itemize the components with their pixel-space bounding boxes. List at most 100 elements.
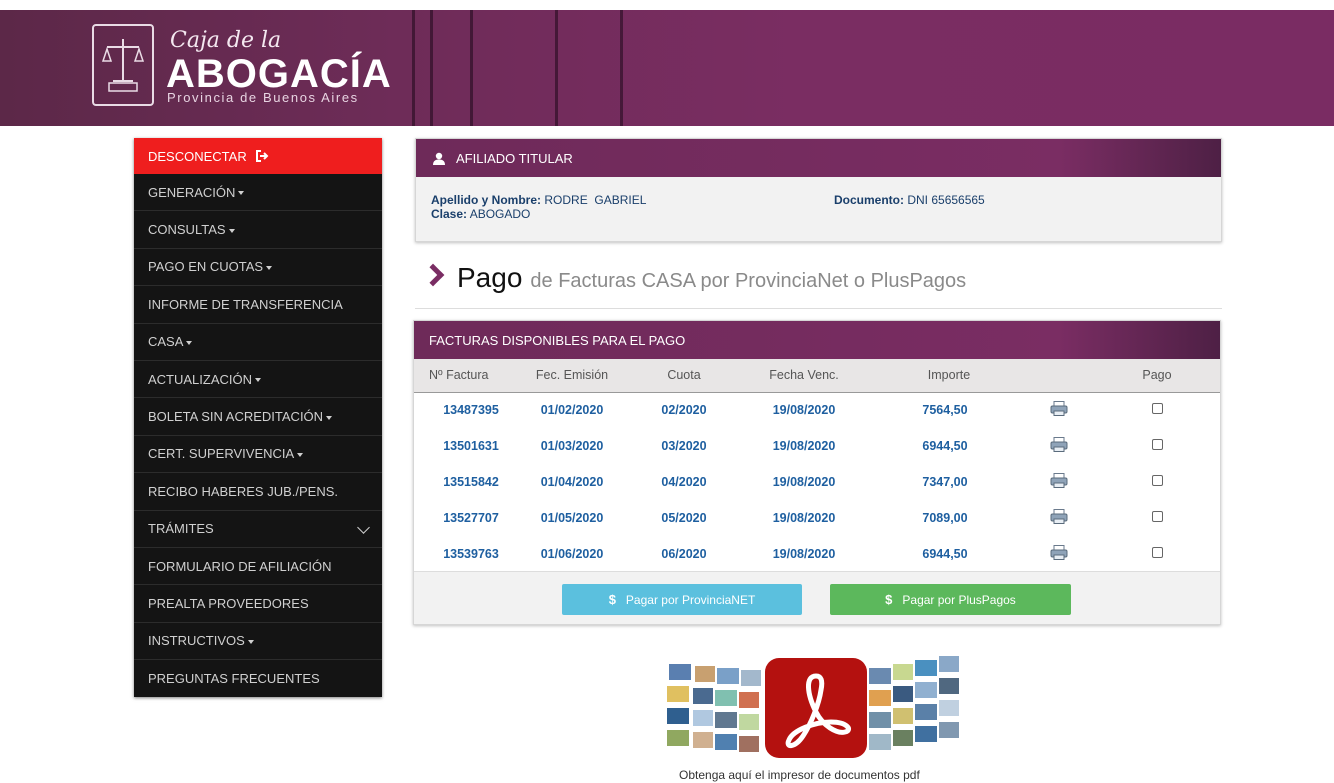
- print-cell: [1024, 392, 1094, 428]
- clase-label: Clase:: [431, 207, 468, 221]
- sidebar-item-label: BOLETA SIN ACREDITACIÓN: [148, 409, 324, 425]
- caret-down-icon: [247, 639, 254, 644]
- scales-of-justice-logo-icon[interactable]: [92, 24, 154, 106]
- afiliado-clase-row: Clase: ABOGADO: [431, 207, 1206, 221]
- factura-numero: 13539763: [443, 547, 499, 561]
- table-header-row: Nº Factura Fec. Emisión Cuota Fecha Venc…: [414, 359, 1220, 393]
- sidebar-item-actualizacion[interactable]: ACTUALIZACIÓN: [134, 361, 382, 399]
- printer-icon[interactable]: [1050, 473, 1068, 488]
- print-cell: [1024, 428, 1094, 464]
- page-title: Pago de Facturas CASA por ProvinciaNet o…: [421, 262, 967, 294]
- sidebar-menu: DESCONECTAR GENERACIÓN CONSULTAS PAGO EN…: [134, 138, 382, 698]
- page-title-sub: de Facturas CASA por ProvinciaNet o Plus…: [530, 270, 967, 292]
- sidebar-item-consultas[interactable]: CONSULTAS: [134, 211, 382, 249]
- pdf-reader-banner[interactable]: [665, 654, 965, 758]
- sidebar-item-pago-en-cuotas[interactable]: PAGO EN CUOTAS: [134, 249, 382, 287]
- caret-down-icon: [238, 191, 245, 196]
- print-cell: [1024, 500, 1094, 536]
- factura-vencimiento: 19/08/2020: [772, 475, 836, 489]
- factura-cuota: 02/2020: [661, 403, 707, 418]
- sidebar-item-cert-supervivencia[interactable]: CERT. SUPERVIVENCIA: [134, 436, 382, 474]
- printer-icon[interactable]: [1050, 401, 1068, 417]
- factura-importe: 7347,00: [922, 475, 968, 489]
- pago-checkbox[interactable]: [1151, 547, 1163, 558]
- facturas-panel-header: FACTURAS DISPONIBLES PARA EL PAGO: [414, 321, 1220, 359]
- factura-vencimiento: 19/08/2020: [772, 439, 836, 453]
- pago-checkbox[interactable]: [1151, 511, 1163, 522]
- factura-importe: 6944,50: [922, 547, 968, 561]
- factura-emision: 01/04/2020: [540, 475, 604, 489]
- table-row: 13515842 01/04/2020 04/2020 19/08/2020 7…: [414, 464, 1220, 500]
- sidebar-item-label: CERT. SUPERVIVENCIA: [148, 446, 295, 462]
- sidebar-item-casa[interactable]: CASA: [134, 324, 382, 361]
- sidebar-item-recibo-haberes[interactable]: RECIBO HABERES JUB./PENS.: [134, 473, 382, 511]
- header-top-strip: [0, 0, 1334, 10]
- document-thumbnails-right: [869, 656, 959, 750]
- chevron-right-icon: [421, 263, 445, 287]
- printer-icon[interactable]: [1050, 545, 1068, 560]
- pago-checkbox[interactable]: [1151, 439, 1163, 450]
- pagar-provincianet-label: Pagar por ProvinciaNET: [625, 592, 756, 607]
- header-decoration: [555, 10, 558, 126]
- nombre-value: RODRE GABRIEL: [544, 193, 647, 207]
- sidebar-item-desconectar[interactable]: DESCONECTAR: [134, 138, 382, 174]
- document-thumbnails-left: [667, 664, 761, 752]
- afiliado-panel-body: Apellido y Nombre: RODRE GABRIEL Clase: …: [416, 177, 1221, 241]
- documento-value: DNI 65656565: [907, 193, 985, 207]
- sidebar-item-boleta-sin-acreditacion[interactable]: BOLETA SIN ACREDITACIÓN: [134, 398, 382, 436]
- factura-numero: 13487395: [443, 403, 499, 418]
- sidebar-item-label: GENERACIÓN: [148, 184, 236, 200]
- afiliado-panel-title: AFILIADO TITULAR: [456, 150, 573, 166]
- factura-numero: 13515842: [443, 475, 499, 489]
- title-divider: [415, 308, 1222, 309]
- column-header: Pago: [1094, 359, 1220, 393]
- facturas-panel-title: FACTURAS DISPONIBLES PARA EL PAGO: [429, 332, 686, 348]
- caret-down-icon: [255, 378, 262, 383]
- factura-importe: 7564,50: [922, 403, 968, 418]
- pago-checkbox[interactable]: [1151, 403, 1163, 415]
- printer-icon[interactable]: [1050, 509, 1068, 524]
- factura-emision: 01/06/2020: [540, 547, 604, 561]
- pago-cell: [1094, 464, 1220, 500]
- printer-icon[interactable]: [1050, 437, 1068, 452]
- header-decoration: [430, 10, 433, 126]
- facturas-panel-footer: $ Pagar por ProvinciaNET $ Pagar por Plu…: [414, 571, 1220, 624]
- nombre-label: Apellido y Nombre:: [431, 193, 542, 207]
- sidebar-item-instructivos[interactable]: INSTRUCTIVOS: [134, 623, 382, 661]
- pagar-provincianet-button[interactable]: $ Pagar por ProvinciaNET: [562, 584, 802, 615]
- sidebar-item-informe-transferencia[interactable]: INFORME DE TRANSFERENCIA: [134, 286, 382, 324]
- table-row: 13539763 01/06/2020 06/2020 19/08/2020 6…: [414, 536, 1220, 572]
- user-icon: [432, 152, 446, 165]
- column-header: Importe: [874, 359, 1024, 393]
- print-cell: [1024, 464, 1094, 500]
- pdf-caption[interactable]: Obtenga aquí el impresor de documentos p…: [679, 768, 920, 782]
- factura-cuota: 03/2020: [661, 439, 707, 453]
- factura-emision: 01/03/2020: [540, 439, 604, 453]
- caret-down-icon: [326, 415, 333, 420]
- sidebar-item-label: RECIBO HABERES JUB./PENS.: [148, 483, 338, 499]
- sidebar-item-formulario-afiliacion[interactable]: FORMULARIO DE AFILIACIÓN: [134, 548, 382, 586]
- pago-cell: [1094, 500, 1220, 536]
- afiliado-nombre-row: Apellido y Nombre: RODRE GABRIEL: [431, 193, 1206, 207]
- pagar-pluspagos-label: Pagar por PlusPagos: [902, 592, 1016, 607]
- sidebar-item-tramites[interactable]: TRÁMITES: [134, 511, 382, 548]
- table-row: 13527707 01/05/2020 05/2020 19/08/2020 7…: [414, 500, 1220, 536]
- pago-cell: [1094, 536, 1220, 572]
- documento-label: Documento:: [834, 193, 904, 207]
- pagar-pluspagos-button[interactable]: $ Pagar por PlusPagos: [830, 584, 1071, 615]
- sidebar-item-label: INSTRUCTIVOS: [148, 633, 245, 649]
- caret-down-icon: [186, 340, 193, 345]
- sidebar-item-prealta-proveedores[interactable]: PREALTA PROVEEDORES: [134, 585, 382, 623]
- pago-checkbox[interactable]: [1151, 475, 1163, 486]
- caret-down-icon: [228, 228, 235, 233]
- caret-down-icon: [297, 452, 304, 457]
- sidebar-item-label: CONSULTAS: [148, 222, 226, 238]
- sidebar-item-label: DESCONECTAR: [148, 148, 247, 164]
- dollar-icon: $: [608, 592, 616, 607]
- factura-cuota: 06/2020: [661, 547, 707, 561]
- sidebar-item-preguntas-frecuentes[interactable]: PREGUNTAS FRECUENTES: [134, 660, 382, 697]
- sidebar-item-generacion[interactable]: GENERACIÓN: [134, 174, 382, 212]
- factura-vencimiento: 19/08/2020: [772, 547, 836, 561]
- header-decoration: [620, 10, 623, 126]
- print-cell: [1024, 536, 1094, 572]
